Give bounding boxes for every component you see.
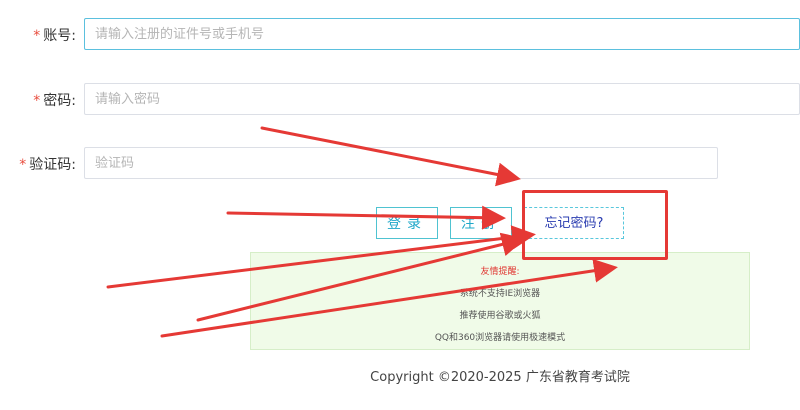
account-label: * 账号: [33, 25, 76, 45]
required-mark: * [19, 157, 27, 173]
password-label: * 密码: [33, 90, 76, 110]
tip-line-speed-mode: QQ和360浏览器请使用极速模式 [434, 333, 566, 343]
required-mark: * [33, 93, 41, 109]
register-button[interactable]: 注册 [450, 207, 512, 239]
required-mark: * [33, 28, 41, 44]
password-input[interactable] [84, 83, 800, 115]
tip-line-ie: 系统不支持IE浏览器 [459, 289, 541, 299]
captcha-input[interactable] [84, 147, 718, 179]
account-input[interactable] [84, 18, 800, 50]
tip-line-browser: 推荐使用谷歌或火狐 [459, 311, 541, 321]
forgot-password-button[interactable]: 忘记密码? [524, 207, 624, 239]
captcha-label-text: 验证码: [29, 157, 76, 173]
password-label-text: 密码: [43, 93, 76, 109]
password-row: * 密码: [0, 83, 800, 117]
captcha-row: * 验证码: [0, 147, 800, 181]
account-row: * 账号: [0, 18, 800, 52]
account-label-text: 账号: [43, 28, 76, 44]
tips-panel: 友情提醒: 系统不支持IE浏览器 推荐使用谷歌或火狐 QQ和360浏览器请使用极… [250, 252, 750, 350]
login-button[interactable]: 登录 [376, 207, 438, 239]
tips-title: 友情提醒: [480, 267, 520, 277]
captcha-label: * 验证码: [19, 154, 76, 174]
copyright-footer: Copyright ©2020-2025 广东省教育考试院 [370, 370, 630, 385]
